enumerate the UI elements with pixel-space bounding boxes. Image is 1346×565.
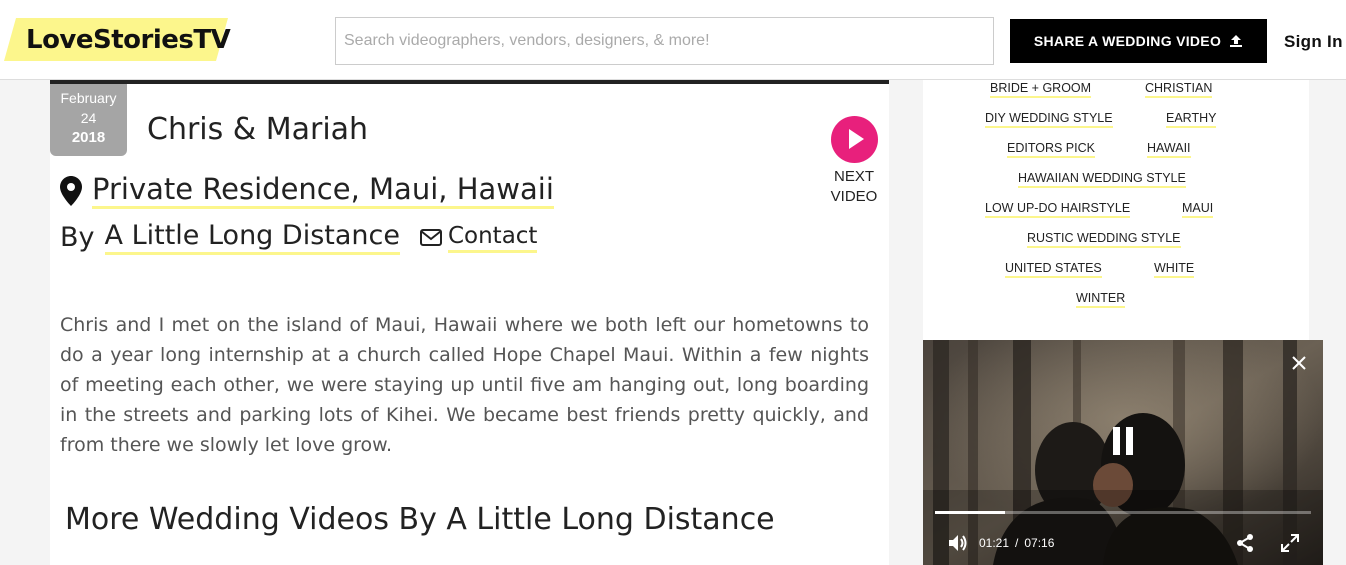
next-video-label-2: VIDEO bbox=[830, 188, 878, 205]
date-year: 2018 bbox=[71, 129, 106, 146]
play-icon bbox=[830, 116, 878, 163]
progress-bar[interactable] bbox=[935, 511, 1311, 514]
pause-icon[interactable] bbox=[1113, 427, 1133, 455]
tag-link[interactable]: LOW UP-DO HAIRSTYLE bbox=[985, 200, 1131, 218]
location: Private Residence, Maui, Hawaii bbox=[60, 172, 554, 209]
contact-link[interactable]: Contact bbox=[419, 222, 538, 253]
logo-text: LoveStoriesTV bbox=[26, 25, 231, 55]
fullscreen-icon[interactable] bbox=[1280, 533, 1300, 553]
author-link[interactable]: A Little Long Distance bbox=[104, 220, 400, 255]
floating-video-player[interactable]: 01:21 / 07:16 bbox=[923, 340, 1323, 565]
video-bottom-edge bbox=[50, 80, 889, 84]
video-description: Chris and I met on the island of Maui, H… bbox=[60, 314, 869, 456]
sign-in-link[interactable]: Sign In bbox=[1284, 32, 1343, 52]
tag-link[interactable]: UNITED STATES bbox=[1005, 260, 1102, 278]
map-pin-icon bbox=[60, 175, 82, 206]
close-icon[interactable] bbox=[1291, 355, 1307, 371]
share-button-label: SHARE A WEDDING VIDEO bbox=[1033, 33, 1222, 49]
by-label: By bbox=[60, 222, 95, 253]
video-detail-card: February 24 2018 Chris & Mariah NEXT VID… bbox=[50, 80, 889, 565]
tag-link[interactable]: WINTER bbox=[1076, 290, 1126, 308]
time-display: 01:21 / 07:16 bbox=[979, 536, 1054, 550]
tag-link[interactable]: HAWAIIAN WEDDING STYLE bbox=[1018, 170, 1186, 188]
contact-label: Contact bbox=[447, 222, 538, 253]
time-separator: / bbox=[1015, 536, 1019, 550]
more-videos-heading: More Wedding Videos By A Little Long Dis… bbox=[65, 502, 775, 537]
duration: 07:16 bbox=[1024, 536, 1055, 550]
tag-link[interactable]: WHITE bbox=[1154, 260, 1195, 278]
next-video-button[interactable]: NEXT VIDEO bbox=[826, 116, 882, 207]
byline: By A Little Long Distance Contact bbox=[60, 220, 538, 255]
tag-link[interactable]: CHRISTIAN bbox=[1145, 80, 1213, 98]
date-badge: February 24 2018 bbox=[50, 84, 127, 156]
tag-link[interactable]: EARTHY bbox=[1166, 110, 1217, 128]
envelope-icon bbox=[419, 229, 442, 246]
tags-panel: BRIDE + GROOM CHRISTIAN DIY WEDDING STYL… bbox=[923, 80, 1309, 345]
site-logo[interactable]: LoveStoriesTV bbox=[4, 18, 231, 61]
location-link[interactable]: Private Residence, Maui, Hawaii bbox=[92, 172, 554, 209]
tag-link[interactable]: EDITORS PICK bbox=[1007, 140, 1095, 158]
date-month: February bbox=[60, 90, 117, 106]
video-title: Chris & Mariah bbox=[147, 112, 369, 147]
share-wedding-video-button[interactable]: SHARE A WEDDING VIDEO bbox=[1010, 19, 1267, 63]
tag-link[interactable]: DIY WEDDING STYLE bbox=[985, 110, 1113, 128]
tag-link[interactable]: HAWAII bbox=[1147, 140, 1191, 158]
tag-link[interactable]: BRIDE + GROOM bbox=[990, 80, 1092, 98]
progress-fill bbox=[935, 511, 1005, 514]
next-video-label-1: NEXT bbox=[833, 168, 874, 185]
current-time: 01:21 bbox=[979, 536, 1010, 550]
share-icon[interactable] bbox=[1235, 533, 1255, 553]
upload-icon bbox=[1230, 35, 1243, 47]
tag-link[interactable]: MAUI bbox=[1182, 200, 1214, 218]
search-input[interactable] bbox=[336, 18, 993, 64]
volume-icon[interactable] bbox=[947, 533, 969, 553]
tag-link[interactable]: RUSTIC WEDDING STYLE bbox=[1027, 230, 1181, 248]
date-day: 24 bbox=[80, 110, 97, 126]
site-header: LoveStoriesTV SHARE A WEDDING VIDEO Sign… bbox=[0, 0, 1346, 80]
search-box[interactable] bbox=[335, 17, 994, 65]
